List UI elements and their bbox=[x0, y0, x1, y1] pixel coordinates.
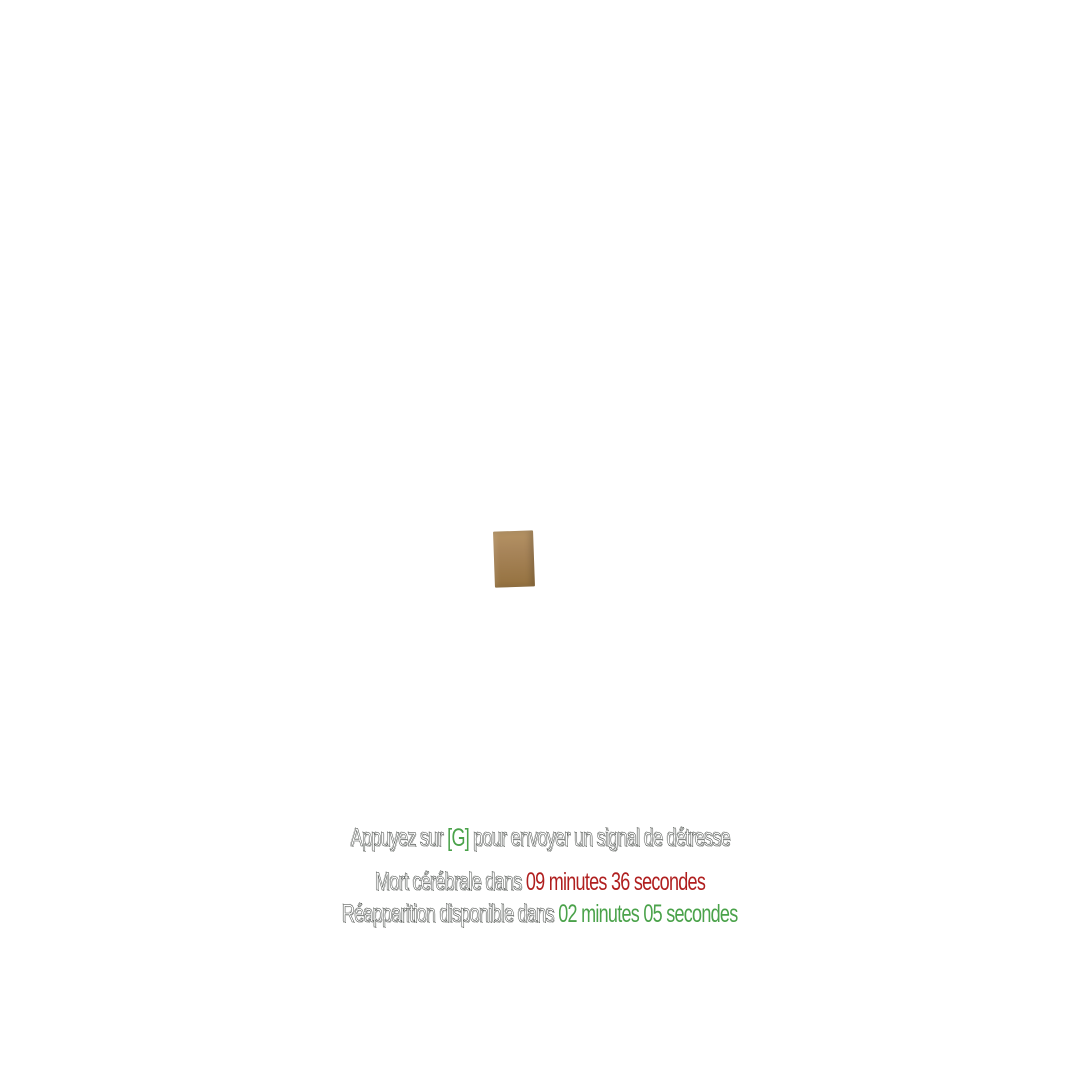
distress-signal-hint: Appuyez sur [G] pour envoyer un signal d… bbox=[0, 824, 1080, 852]
distress-suffix: pour envoyer un signal de détresse bbox=[472, 824, 731, 852]
brain-death-label: Mort cérébrale dans bbox=[375, 868, 523, 896]
distress-prefix: Appuyez sur bbox=[350, 824, 443, 852]
distress-key: [G] bbox=[446, 824, 470, 852]
world-object bbox=[493, 530, 535, 588]
respawn-countdown: 02 minutes 05 secondes bbox=[558, 900, 738, 928]
brain-death-timer: Mort cérébrale dans 09 minutes 36 second… bbox=[0, 868, 1080, 896]
respawn-timer: Réapparition disponible dans 02 minutes … bbox=[0, 900, 1080, 928]
brain-death-countdown: 09 minutes 36 secondes bbox=[525, 868, 706, 896]
respawn-label: Réapparition disponible dans bbox=[342, 900, 555, 928]
game-viewport: Appuyez sur [G] pour envoyer un signal d… bbox=[0, 0, 1080, 1080]
